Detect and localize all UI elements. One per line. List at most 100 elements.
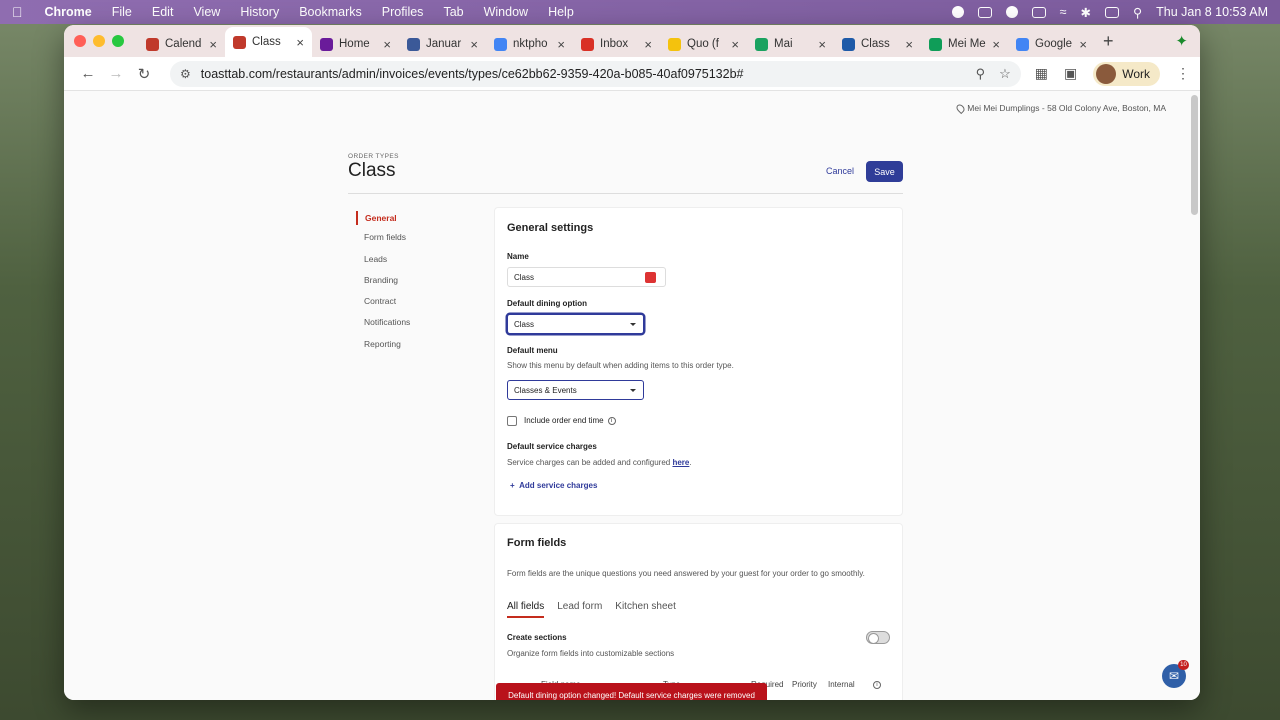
scrollbar[interactable] <box>1191 95 1198 215</box>
menu-tab[interactable]: Tab <box>443 5 463 19</box>
minimize-window-icon[interactable] <box>93 35 105 47</box>
nav-leads[interactable]: Leads <box>356 254 410 275</box>
tab-close-icon[interactable]: × <box>383 37 391 52</box>
nav-branding[interactable]: Branding <box>356 275 410 296</box>
browser-tab[interactable]: Mai × <box>747 31 834 57</box>
keyboard-icon[interactable] <box>1031 6 1046 18</box>
browser-tab[interactable]: Inbox × <box>573 31 660 57</box>
default-menu-select[interactable]: Classes & Events <box>507 380 644 400</box>
form-fields-tabs: All fields Lead form Kitchen sheet <box>507 601 676 618</box>
chevron-down-icon <box>630 323 636 326</box>
menu-edit[interactable]: Edit <box>152 5 174 19</box>
bluetooth-icon[interactable]: ✱ <box>1080 5 1090 20</box>
nav-reporting[interactable]: Reporting <box>356 339 410 360</box>
create-sections-toggle[interactable] <box>866 631 890 644</box>
add-service-charges-button[interactable]: + Add service charges <box>510 481 597 490</box>
wifi-icon[interactable]: ≈ <box>1060 5 1067 19</box>
tab-close-icon[interactable]: × <box>1079 37 1087 52</box>
browser-tab[interactable]: nktpho × <box>486 31 573 57</box>
chat-support-button[interactable]: ✉ 10 <box>1162 660 1189 688</box>
browser-tab[interactable]: Calend × <box>138 31 225 57</box>
forward-icon[interactable]: → <box>102 65 130 82</box>
nav-general[interactable]: General <box>356 211 410 225</box>
tab-favicon-icon <box>146 37 159 51</box>
zoom-icon[interactable]: ⚲ <box>976 66 986 82</box>
tab-close-icon[interactable]: × <box>470 37 478 52</box>
save-button[interactable]: Save <box>866 161 903 182</box>
browser-tab[interactable]: Quo (f × <box>660 31 747 57</box>
password-manager-icon[interactable] <box>645 272 656 283</box>
tab-strip: Calend × Class × Home × Januar × nktpho × Inbox × Qu… <box>64 25 1200 57</box>
menu-history[interactable]: History <box>240 5 279 19</box>
tab-close-icon[interactable]: × <box>818 37 826 52</box>
tab-close-icon[interactable]: × <box>905 37 913 52</box>
mac-menubar:  Chrome File Edit View History Bookmark… <box>0 0 1280 24</box>
nav-form-fields[interactable]: Form fields <box>356 232 410 253</box>
address-bar[interactable]: ⚙ toasttab.com/restaurants/admin/invoice… <box>170 60 1021 87</box>
tab-favicon-icon <box>842 37 855 51</box>
col-priority[interactable]: Priority <box>792 680 817 689</box>
datetime[interactable]: Thu Jan 8 10:53 AM <box>1156 5 1268 19</box>
back-icon[interactable]: ← <box>74 65 102 82</box>
profile-button[interactable]: Work <box>1093 61 1160 86</box>
menu-window[interactable]: Window <box>484 5 528 19</box>
browser-tab[interactable]: Class × <box>834 31 921 57</box>
reload-icon[interactable]: ↻ <box>130 65 158 83</box>
site-info-icon[interactable]: ⚙ <box>180 67 191 81</box>
dining-option-select[interactable]: Class <box>507 314 644 334</box>
new-tab-button[interactable]: + <box>1103 31 1114 52</box>
browser-tab[interactable]: Class × <box>225 27 312 57</box>
menu-profiles[interactable]: Profiles <box>382 5 424 19</box>
tab-close-icon[interactable]: × <box>296 35 304 50</box>
nav-notifications[interactable]: Notifications <box>356 317 410 338</box>
menu-view[interactable]: View <box>193 5 220 19</box>
restaurant-location[interactable]: Mei Mei Dumplings - 58 Old Colony Ave, B… <box>955 102 1166 114</box>
close-window-icon[interactable] <box>74 35 86 47</box>
nav-contract[interactable]: Contract <box>356 296 410 317</box>
create-sections-label: Create sections <box>507 633 567 642</box>
chrome-menu-icon[interactable]: ⋮ <box>1176 65 1190 82</box>
tab-kitchen-sheet[interactable]: Kitchen sheet <box>615 601 676 618</box>
order-end-time-checkbox[interactable] <box>507 416 517 426</box>
col-internal[interactable]: Internal <box>828 680 855 689</box>
tab-close-icon[interactable]: × <box>644 37 652 52</box>
browser-tab[interactable]: Home × <box>312 31 399 57</box>
extensions-icon[interactable]: ▦ <box>1035 65 1048 82</box>
bookmark-star-icon[interactable]: ☆ <box>999 66 1011 82</box>
tab-lead-form[interactable]: Lead form <box>557 601 602 618</box>
url-text[interactable]: toasttab.com/restaurants/admin/invoices/… <box>201 67 744 81</box>
menu-file[interactable]: File <box>112 5 132 19</box>
browser-tab[interactable]: Januar × <box>399 31 486 57</box>
cancel-button[interactable]: Cancel <box>826 166 854 176</box>
apple-icon[interactable]:  <box>12 4 23 20</box>
play-icon[interactable] <box>1005 6 1018 18</box>
menu-app-name[interactable]: Chrome <box>45 5 92 19</box>
tab-close-icon[interactable]: × <box>557 37 565 52</box>
tab-search-icon[interactable]: ▣ <box>1064 65 1077 82</box>
record-icon[interactable] <box>951 6 964 18</box>
gemini-icon[interactable]: ✦ <box>1175 32 1188 50</box>
info-icon[interactable]: i <box>873 680 881 689</box>
name-label: Name <box>507 252 529 261</box>
maximize-window-icon[interactable] <box>112 35 124 47</box>
browser-tab[interactable]: Mei Me × <box>921 31 1008 57</box>
tab-favicon-icon <box>929 37 942 51</box>
tab-close-icon[interactable]: × <box>209 37 217 52</box>
battery-icon[interactable] <box>1104 6 1119 18</box>
name-input[interactable]: Class <box>507 267 666 287</box>
section-nav: General Form fields Leads Branding Contr… <box>356 211 410 360</box>
tab-close-icon[interactable]: × <box>731 37 739 52</box>
default-menu-label: Default menu <box>507 346 558 355</box>
browser-tab[interactable]: Google × <box>1008 31 1095 57</box>
tab-close-icon[interactable]: × <box>992 37 1000 52</box>
tab-title: Mai <box>774 38 793 50</box>
search-icon[interactable]: ⚲ <box>1133 5 1142 20</box>
menu-bookmarks[interactable]: Bookmarks <box>299 5 362 19</box>
tab-all-fields[interactable]: All fields <box>507 601 545 618</box>
menu-help[interactable]: Help <box>548 5 574 19</box>
service-charges-link[interactable]: here <box>672 458 689 467</box>
profile-name: Work <box>1122 66 1150 81</box>
tab-favicon-icon <box>494 37 507 51</box>
camera-icon[interactable] <box>977 6 992 18</box>
info-icon[interactable]: i <box>607 416 616 425</box>
